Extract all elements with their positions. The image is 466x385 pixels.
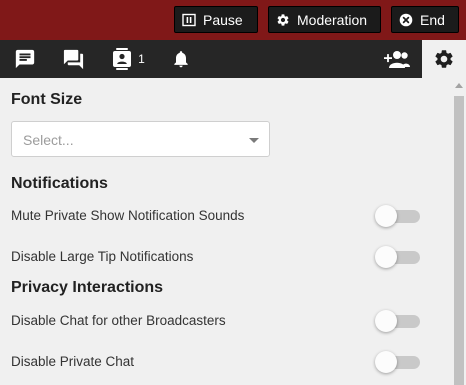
toggle-knob [375,310,397,332]
users-count: 1 [138,52,145,66]
font-size-select-placeholder: Select... [23,132,74,148]
forum-icon [62,48,85,71]
toggle-knob [375,246,397,268]
setting-row-disable-chat-broadcasters: Disable Chat for other Broadcasters [0,310,452,332]
setting-row-disable-private-chat: Disable Private Chat [0,351,452,373]
settings-panel: Font Size Select... Notifications Mute P… [0,78,466,385]
close-circle-icon [399,13,413,27]
tab-chat[interactable] [12,40,38,78]
chevron-down-icon [249,138,259,143]
notifications-heading: Notifications [11,175,108,192]
disable-chat-broadcasters-toggle[interactable] [375,310,421,332]
setting-label: Disable Large Tip Notifications [11,249,194,264]
end-button[interactable]: End [391,6,459,33]
moderation-label: Moderation [297,11,368,28]
gear-icon [276,13,290,27]
scroll-up-arrow-icon[interactable] [455,83,463,88]
toggle-knob [375,351,397,373]
user-list-icon [111,47,133,71]
moderation-button[interactable]: Moderation [268,6,381,33]
font-size-select[interactable]: Select... [11,121,270,157]
pause-label: Pause [203,11,243,28]
font-size-heading: Font Size [11,91,83,108]
tab-add-user[interactable] [382,40,412,78]
setting-row-mute-private-show-sounds: Mute Private Show Notification Sounds [0,205,452,227]
scrollbar[interactable] [452,78,466,385]
tab-bar: 1 [0,40,466,78]
tab-private-messages[interactable] [60,40,86,78]
top-bar: Pause Moderation End [0,0,466,40]
bell-icon [171,48,191,70]
pause-button[interactable]: Pause [174,6,258,33]
setting-label: Mute Private Show Notification Sounds [11,208,245,223]
disable-private-chat-toggle[interactable] [375,351,421,373]
toggle-knob [375,205,397,227]
tab-users[interactable]: 1 [108,40,148,78]
setting-row-disable-large-tip: Disable Large Tip Notifications [0,246,452,268]
mute-private-show-sounds-toggle[interactable] [375,205,421,227]
gear-icon [433,48,455,70]
disable-large-tip-toggle[interactable] [375,246,421,268]
setting-label: Disable Private Chat [11,354,135,369]
tab-settings[interactable] [422,40,466,78]
privacy-heading: Privacy Interactions [11,279,164,296]
scrollbar-thumb[interactable] [454,96,464,385]
end-label: End [420,11,445,28]
pause-icon [182,13,196,27]
setting-label: Disable Chat for other Broadcasters [11,313,226,328]
tab-notifications[interactable] [169,40,193,78]
chat-bubble-icon [14,48,36,70]
add-user-icon [384,49,410,69]
